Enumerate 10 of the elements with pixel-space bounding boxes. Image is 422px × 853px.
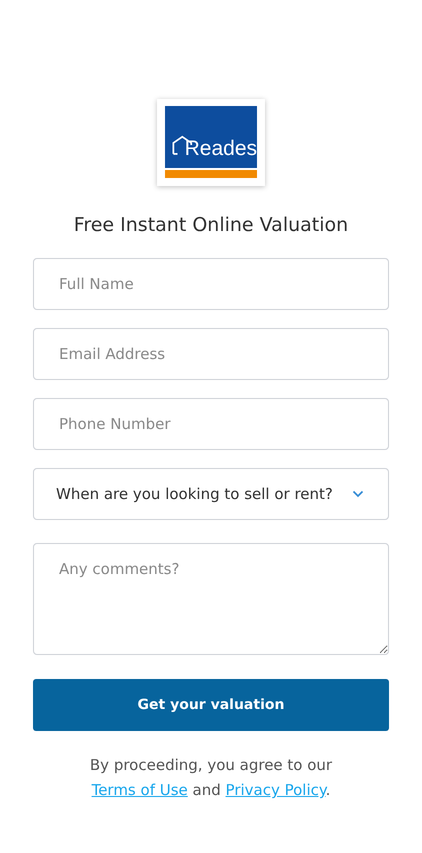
submit-button[interactable]: Get your valuation [33, 679, 389, 731]
form-title: Free Instant Online Valuation [74, 214, 348, 236]
input-field[interactable]: Email Address [33, 328, 389, 380]
input-field[interactable]: Full Name [33, 258, 389, 310]
input-field[interactable]: Phone Number [33, 398, 389, 450]
select-field[interactable]: When are you looking to sell or rent? [33, 468, 389, 520]
consent-text: By proceeding, you agree to our Terms of Use and Privacy Policy. [88, 755, 334, 801]
comments-field[interactable]: Any comments? [33, 543, 389, 655]
chevron-down-icon [352, 490, 364, 498]
logo-text: Reades [184, 138, 257, 160]
